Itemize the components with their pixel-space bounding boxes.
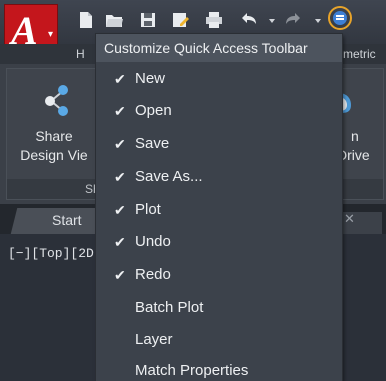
menu-item-layer[interactable]: Layer [96, 325, 342, 355]
drive-panel: n Drive [336, 68, 384, 200]
autocad-window: A ▾ H metric Share Design Vie Sh n Drive… [0, 0, 386, 381]
menu-item-undo[interactable]: ✔ Undo [96, 227, 342, 257]
menu-item-label: Redo [135, 266, 171, 283]
menu-item-match-properties[interactable]: Match Properties [96, 356, 342, 381]
menu-item-label: Undo [135, 233, 171, 250]
menu-item-label: Layer [135, 331, 173, 348]
viewport-controls-label[interactable]: [−][Top][2D [8, 246, 94, 261]
menu-item-plot[interactable]: ✔ Plot [96, 195, 342, 225]
undo-dropdown-icon[interactable] [262, 10, 275, 30]
share-panel-footer: Sh [7, 179, 101, 199]
check-icon: ✔ [114, 71, 126, 87]
chevron-down-icon: ▾ [47, 29, 53, 40]
menu-item-batch-plot[interactable]: Batch Plot [96, 293, 342, 323]
drive-label-line1: n [351, 128, 359, 144]
menu-item-label: Open [135, 102, 172, 119]
check-icon: ✔ [114, 202, 126, 218]
menu-item-label: New [135, 70, 166, 87]
customize-menu-icon [333, 11, 347, 25]
tab-home[interactable]: H [76, 47, 85, 61]
drive-label-line2: Drive [337, 147, 370, 163]
menu-item-new[interactable]: ✔ New [96, 64, 342, 94]
check-icon: ✔ [114, 103, 126, 119]
drive-panel-footer [337, 179, 383, 199]
save-as-icon[interactable] [170, 10, 190, 30]
menu-item-save[interactable]: ✔ Save [96, 129, 342, 159]
check-icon: ✔ [114, 136, 126, 152]
customize-qat-button[interactable] [328, 6, 352, 30]
save-icon[interactable] [138, 10, 158, 30]
customize-qat-menu: Customize Quick Access Toolbar ✔ New ✔ O… [96, 34, 342, 381]
redo-dropdown-icon[interactable] [308, 10, 321, 30]
share-label-line1: Share [35, 128, 73, 144]
share-label-line2: Design Vie [20, 147, 88, 163]
menu-item-label: Save As... [135, 168, 203, 185]
open-folder-icon[interactable] [104, 10, 124, 30]
new-icon[interactable] [76, 10, 96, 30]
drive-button[interactable]: n Drive [337, 127, 383, 165]
share-panel: Share Design Vie Sh [6, 68, 102, 200]
check-icon: ✔ [114, 234, 126, 250]
undo-icon[interactable] [238, 10, 258, 30]
share-design-views-icon[interactable] [41, 81, 71, 117]
check-icon: ✔ [114, 267, 126, 283]
cloud-drive-icon[interactable] [339, 83, 359, 115]
start-tab-label: Start [52, 212, 82, 228]
menu-item-label: Match Properties [135, 362, 249, 379]
drawing-tab[interactable] [336, 212, 382, 234]
share-design-views-button[interactable]: Share Design Vie [7, 127, 101, 165]
menu-item-open[interactable]: ✔ Open [96, 96, 342, 126]
plot-printer-icon[interactable] [204, 10, 224, 30]
redo-icon[interactable] [284, 10, 304, 30]
tab-parametric[interactable]: metric [343, 47, 376, 61]
menu-item-redo[interactable]: ✔ Redo [96, 260, 342, 290]
check-icon: ✔ [114, 169, 126, 185]
menu-item-save-as[interactable]: ✔ Save As... [96, 162, 342, 192]
menu-item-label: Plot [135, 201, 161, 218]
menu-item-label: Batch Plot [135, 299, 204, 316]
menu-item-label: Save [135, 135, 170, 152]
close-tab-icon[interactable]: ✕ [344, 211, 355, 227]
menu-title: Customize Quick Access Toolbar [96, 34, 342, 62]
